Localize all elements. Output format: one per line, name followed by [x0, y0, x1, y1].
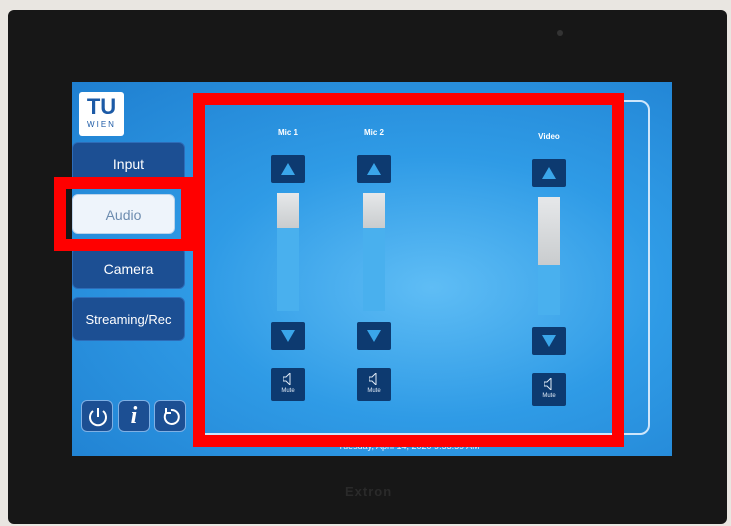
reset-icon [163, 408, 180, 425]
info-button[interactable]: i [118, 400, 150, 432]
tu-wien-logo: TU WIEN [79, 92, 124, 136]
nav-streaming-label: Streaming/Rec [85, 312, 172, 327]
nav-camera-button[interactable]: Camera [72, 247, 185, 289]
nav-input-label: Input [112, 156, 145, 172]
highlight-audio-panel [193, 93, 624, 447]
power-button[interactable] [81, 400, 113, 432]
nav-camera-label: Camera [103, 261, 154, 277]
reset-button[interactable] [154, 400, 186, 432]
nav-streaming-button[interactable]: Streaming/Rec [72, 297, 185, 341]
camera-dot [557, 30, 563, 36]
info-icon: i [130, 403, 138, 429]
logo-wien: WIEN [87, 120, 116, 129]
power-icon [89, 408, 107, 427]
highlight-audio-nav [54, 177, 193, 251]
device-brand: Extron [345, 484, 393, 499]
logo-tu: TU [86, 94, 117, 119]
